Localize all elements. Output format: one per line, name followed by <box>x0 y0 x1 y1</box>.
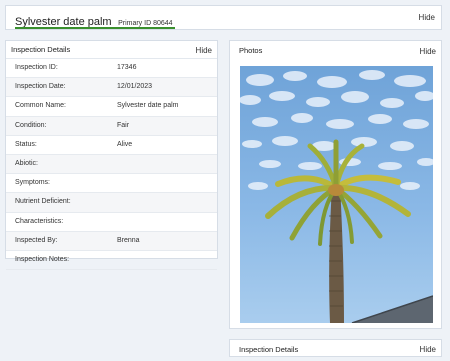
photos-hide-button[interactable]: Hide <box>420 47 436 56</box>
detail-value: 17346 <box>117 64 137 71</box>
detail-label: Inspected By: <box>15 236 58 244</box>
palm-tree-photo-illustration <box>240 66 433 323</box>
inspection-details-hide-button[interactable]: Hide <box>196 46 212 55</box>
detail-row-nutrient-deficient: Nutrient Deficient: <box>6 193 217 213</box>
detail-row-condition: Condition: Fair <box>6 116 217 136</box>
detail-label: Inspection ID: <box>15 64 58 71</box>
title-underline <box>15 27 175 29</box>
detail-row-common-name: Common Name: Sylvester date palm <box>6 97 217 117</box>
detail-row-inspection-notes: Inspection Notes: <box>6 251 217 271</box>
detail-value: Fair <box>117 121 130 129</box>
detail-value: Brenna <box>117 236 140 244</box>
inspection-details-collapsed-title: Inspection Details <box>239 345 299 354</box>
inspection-details-collapsed-card: Inspection Details Hide <box>229 339 442 357</box>
detail-row-inspection-date: Inspection Date: 12/01/2023 <box>6 78 217 98</box>
detail-value: 12/01/2023 <box>117 83 153 91</box>
detail-row-inspected-by: Inspected By: Brenna <box>6 231 217 251</box>
detail-label: Inspection Date: <box>15 83 66 91</box>
detail-label: Common Name: <box>15 102 66 110</box>
inspection-details-header: Inspection Details Hide <box>6 41 217 59</box>
detail-label: Status: <box>15 140 37 148</box>
detail-row-status: Status: Alive <box>6 136 217 155</box>
detail-label: Condition: <box>15 121 47 129</box>
detail-label: Nutrient Deficient: <box>15 198 71 206</box>
header-hide-button[interactable]: Hide <box>419 13 435 22</box>
detail-value: Alive <box>117 140 133 148</box>
inspection-details-table: Inspection ID: 17346 Inspection Date: 12… <box>6 59 217 271</box>
tree-photo[interactable] <box>240 66 433 323</box>
photos-title: Photos <box>239 46 263 55</box>
inspection-details-title: Inspection Details <box>11 45 71 54</box>
detail-label: Characteristics: <box>15 217 64 225</box>
detail-row-abiotic: Abiotic: <box>6 154 217 175</box>
detail-value: Sylvester date palm <box>117 102 179 110</box>
detail-label: Inspection Notes: <box>15 255 70 263</box>
detail-row-characteristics: Characteristics: <box>6 213 217 232</box>
inspection-details-card: Inspection Details Hide Inspection ID: 1… <box>5 40 218 271</box>
inspection-details-collapsed-hide-button[interactable]: Hide <box>420 345 436 354</box>
photos-card: Photos Hide <box>229 40 442 329</box>
detail-label: Symptoms: <box>15 179 51 187</box>
primary-id-label: Primary ID 80644 <box>118 20 173 27</box>
detail-row-symptoms: Symptoms: <box>6 174 217 194</box>
detail-label: Abiotic: <box>15 159 38 167</box>
detail-row-inspection-id: Inspection ID: 17346 <box>6 59 217 79</box>
tree-header-card: Sylvester date palm Primary ID 80644 Hid… <box>5 5 442 30</box>
